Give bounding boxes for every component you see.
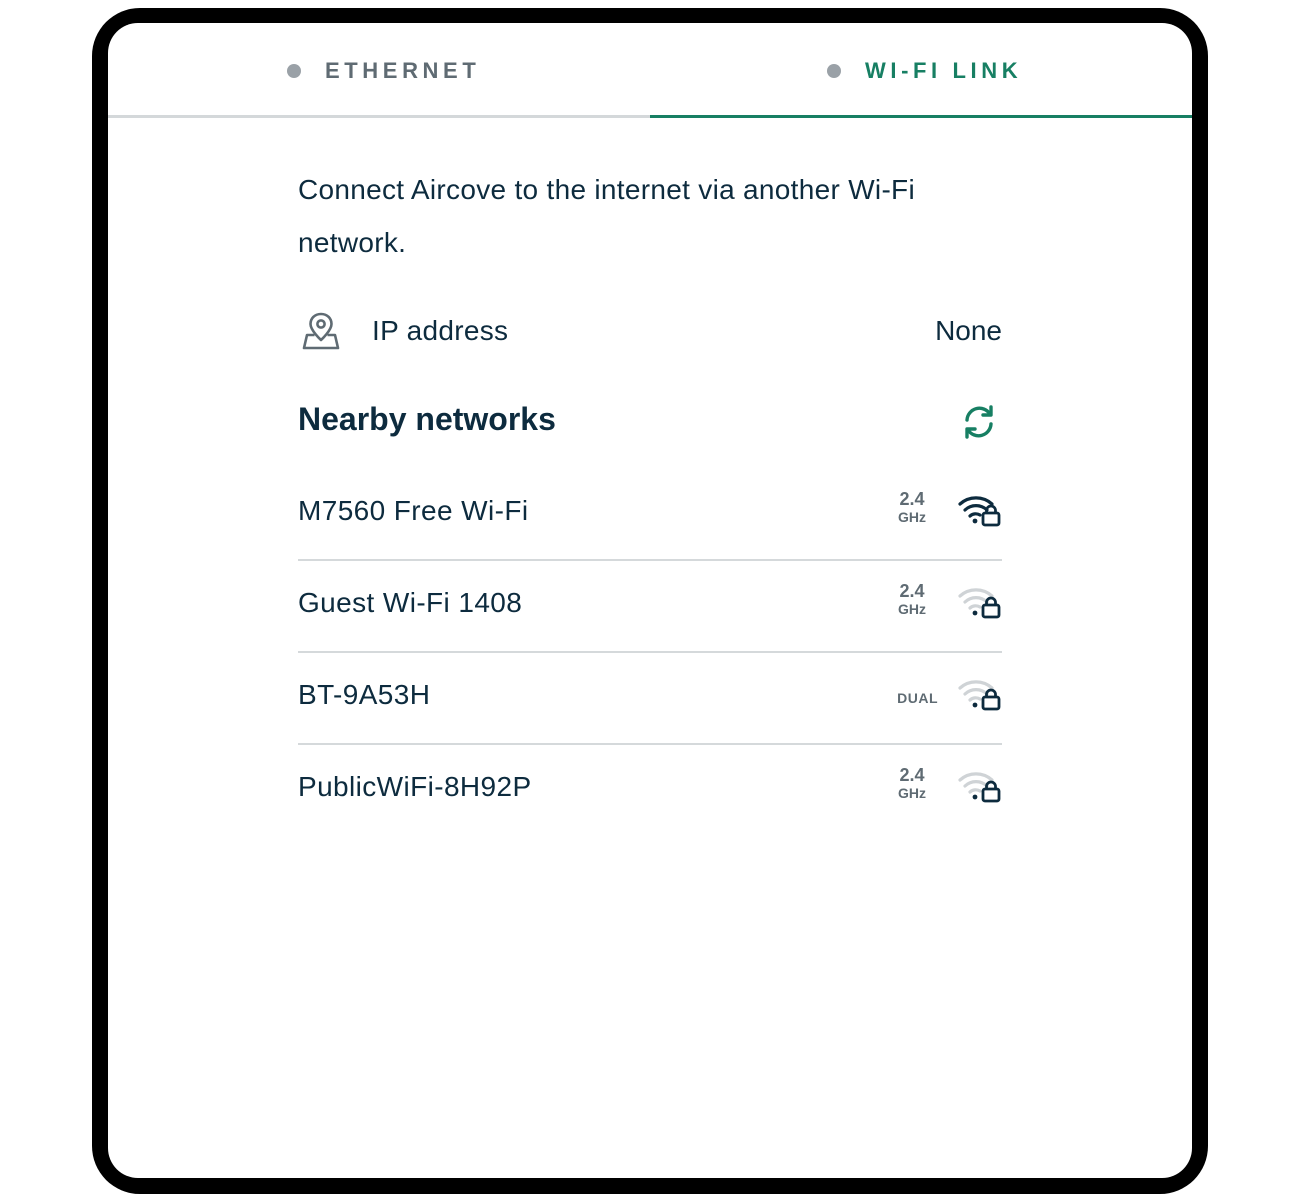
tab-ethernet[interactable]: ETHERNET bbox=[108, 23, 650, 119]
band-frequency: 2.4 bbox=[899, 765, 925, 785]
tab-label: WI-FI LINK bbox=[865, 58, 1023, 83]
band-unit: GHz bbox=[898, 601, 926, 617]
tab-status-dot bbox=[287, 64, 301, 78]
band-badge: 2.4 GHz bbox=[892, 489, 932, 525]
wifi-link-panel: Connect Aircove to the internet via anot… bbox=[298, 163, 1002, 803]
network-row[interactable]: M7560 Free Wi-Fi 2.4 GHz bbox=[298, 469, 1002, 561]
tab-status-dot bbox=[827, 64, 841, 78]
screen: ETHERNET WI-FI LINK Connect Aircove to t… bbox=[108, 23, 1192, 1178]
nearby-networks-title: Nearby networks bbox=[298, 401, 556, 437]
network-name: BT-9A53H bbox=[298, 679, 431, 710]
network-name: PublicWiFi-8H92P bbox=[298, 771, 532, 802]
network-row[interactable]: BT-9A53H DUAL bbox=[298, 653, 1002, 745]
network-name: Guest Wi-Fi 1408 bbox=[298, 587, 523, 618]
ip-address-label: IP address bbox=[372, 315, 509, 346]
intro-text: Connect Aircove to the internet via anot… bbox=[298, 174, 915, 258]
band-badge: 2.4 GHz bbox=[892, 581, 932, 617]
wifi-secured-weak-icon bbox=[958, 772, 1001, 803]
ip-address-row: IP address None bbox=[298, 311, 1002, 355]
location-pin-icon bbox=[302, 312, 340, 350]
band-unit: GHz bbox=[898, 509, 926, 525]
wifi-secured-strong-icon bbox=[958, 496, 1001, 527]
network-row[interactable]: Guest Wi-Fi 1408 2.4 GHz bbox=[298, 561, 1002, 653]
nearby-networks-header: Nearby networks bbox=[298, 399, 1002, 447]
band-badge: DUAL bbox=[897, 690, 938, 706]
band-frequency: 2.4 bbox=[899, 581, 925, 601]
tab-underline bbox=[108, 115, 650, 118]
wifi-secured-weak-icon bbox=[958, 588, 1001, 619]
network-name: M7560 Free Wi-Fi bbox=[298, 495, 529, 526]
network-row[interactable]: PublicWiFi-8H92P 2.4 GHz bbox=[298, 745, 1002, 835]
tab-wifi-link[interactable]: WI-FI LINK bbox=[650, 23, 1192, 119]
wifi-secured-weak-icon bbox=[958, 680, 1001, 711]
tab-bar: ETHERNET WI-FI LINK bbox=[108, 23, 1192, 119]
tab-underline-active bbox=[650, 115, 1192, 118]
band-unit: GHz bbox=[898, 785, 926, 801]
tab-label: ETHERNET bbox=[325, 58, 481, 83]
band-frequency: 2.4 bbox=[899, 489, 925, 509]
refresh-icon[interactable] bbox=[960, 403, 998, 441]
network-list: M7560 Free Wi-Fi 2.4 GHz Guest Wi-Fi 140… bbox=[298, 469, 1002, 835]
band-badge: 2.4 GHz bbox=[892, 765, 932, 801]
ip-address-value: None bbox=[935, 315, 1002, 346]
